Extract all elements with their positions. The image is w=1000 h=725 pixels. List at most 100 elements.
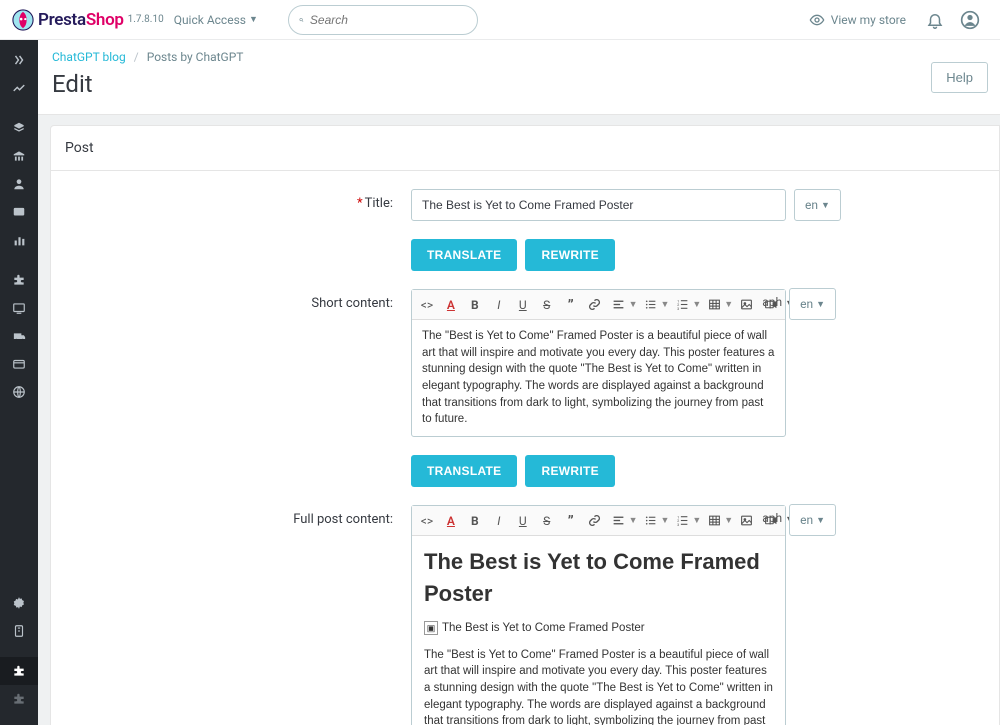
search-box[interactable] (288, 5, 478, 35)
text-color-icon[interactable]: A (440, 294, 462, 316)
number-caret[interactable]: ▼ (692, 299, 701, 310)
search-input[interactable] (310, 13, 467, 27)
link-icon[interactable] (584, 294, 606, 316)
translate-button-1[interactable]: TRANSLATE (411, 239, 517, 271)
table-icon[interactable] (703, 294, 725, 316)
full-content-body[interactable]: The Best is Yet to Come Framed Poster ▣ … (412, 536, 785, 725)
short-content-label: Short content: (51, 289, 411, 437)
help-button[interactable]: Help (931, 62, 988, 93)
breadcrumb: ChatGPT blog / Posts by ChatGPT (52, 50, 986, 64)
table-caret[interactable]: ▼ (724, 299, 733, 310)
broken-image-icon: ▣ (424, 621, 438, 635)
prestashop-icon (12, 9, 34, 31)
rewrite-button-1[interactable]: REWRITE (525, 239, 614, 271)
italic-icon-2[interactable]: I (488, 510, 510, 532)
number-caret-2[interactable]: ▼ (692, 515, 701, 526)
underline-icon-2[interactable]: U (512, 510, 534, 532)
short-content-text[interactable]: The "Best is Yet to Come" Framed Poster … (412, 320, 785, 436)
translate-button-2[interactable]: TRANSLATE (411, 455, 517, 487)
image-placeholder: ▣ The Best is Yet to Come Framed Poster (424, 620, 645, 637)
breadcrumb-link-1[interactable]: ChatGPT blog (52, 50, 126, 64)
full-content-label: Full post content: (51, 505, 411, 725)
svg-text:3: 3 (677, 306, 679, 311)
number-list-icon-2[interactable]: 123 (671, 510, 693, 532)
sidebar-payment[interactable] (0, 350, 38, 378)
quick-access-menu[interactable]: Quick Access▼ (174, 13, 258, 27)
page-header: ChatGPT blog / Posts by ChatGPT Edit Hel… (38, 40, 1000, 115)
bullet-list-icon-2[interactable] (640, 510, 662, 532)
link-icon-2[interactable] (584, 510, 606, 532)
breadcrumb-sep: / (134, 50, 139, 64)
sidebar-advanced[interactable] (0, 617, 38, 645)
image-icon-2[interactable] (735, 510, 757, 532)
align-icon-2[interactable] (608, 510, 630, 532)
source-code-icon[interactable]: <> (416, 294, 438, 316)
sidebar-stats[interactable] (0, 226, 38, 254)
search-icon (299, 13, 304, 27)
panel-body: *Title: en▼ TRANSLATE REWRITE Short cont… (51, 171, 999, 725)
full-content-editor: <> A B I U S ” ▼ ▼ (411, 505, 786, 725)
sidebar (0, 40, 38, 725)
search-container (288, 5, 478, 35)
table-icon-2[interactable] (703, 510, 725, 532)
sidebar-dashboard[interactable] (0, 74, 38, 102)
sidebar-configure[interactable] (0, 589, 38, 617)
lang-selector-title[interactable]: en▼ (794, 189, 841, 221)
short-content-row: Short content: <> A B I U S (51, 289, 999, 437)
editor-toolbar-2: <> A B I U S ” ▼ ▼ (412, 506, 785, 536)
rewrite-button-2[interactable]: REWRITE (525, 455, 614, 487)
short-content-editor: <> A B I U S ” ▼ ▼ (411, 289, 786, 437)
align-caret-2[interactable]: ▼ (629, 515, 638, 526)
blockquote-icon-2[interactable]: ” (560, 510, 582, 532)
view-store-link[interactable]: View my store (809, 12, 906, 28)
full-heading: The Best is Yet to Come Framed Poster (424, 546, 773, 610)
full-content-row: Full post content: <> A B I U S (51, 505, 999, 725)
topbar: PrestaShop 1.7.8.10 Quick Access▼ View m… (0, 0, 1000, 40)
breadcrumb-current: Posts by ChatGPT (147, 50, 244, 64)
underline-icon[interactable]: U (512, 294, 534, 316)
panel-header: Post (51, 126, 999, 171)
bold-icon-2[interactable]: B (464, 510, 486, 532)
profile-icon[interactable] (960, 10, 980, 30)
lang-selector-full[interactable]: en▼ (789, 504, 836, 536)
sidebar-customers[interactable] (0, 170, 38, 198)
main-content: ChatGPT blog / Posts by ChatGPT Edit Hel… (38, 40, 1000, 725)
image-icon[interactable] (735, 294, 757, 316)
post-panel: Post *Title: en▼ TRANSLATE REWRITE (50, 125, 1000, 725)
table-caret-2[interactable]: ▼ (724, 515, 733, 526)
lang-selector-short[interactable]: en▼ (789, 288, 836, 320)
sidebar-shipping[interactable] (0, 322, 38, 350)
bullet-caret[interactable]: ▼ (660, 299, 669, 310)
source-code-icon-2[interactable]: <> (416, 510, 438, 532)
sidebar-design[interactable] (0, 294, 38, 322)
title-actions: TRANSLATE REWRITE (51, 239, 999, 271)
sidebar-modules[interactable] (0, 266, 38, 294)
short-content-actions: TRANSLATE REWRITE (51, 455, 999, 487)
page-title: Edit (52, 70, 986, 98)
sidebar-orders[interactable] (0, 114, 38, 142)
blockquote-icon[interactable]: ” (560, 294, 582, 316)
bold-icon[interactable]: B (464, 294, 486, 316)
number-list-icon[interactable]: 123 (671, 294, 693, 316)
sidebar-blog-active[interactable] (0, 657, 38, 685)
bullet-list-icon[interactable] (640, 294, 662, 316)
svg-text:3: 3 (677, 522, 679, 527)
sidebar-customer-service[interactable] (0, 198, 38, 226)
bullet-caret-2[interactable]: ▼ (660, 515, 669, 526)
sidebar-international[interactable] (0, 378, 38, 406)
sidebar-catalog[interactable] (0, 142, 38, 170)
align-caret[interactable]: ▼ (629, 299, 638, 310)
full-p1: The "Best is Yet to Come" Framed Poster … (424, 647, 773, 725)
content-area: Post *Title: en▼ TRANSLATE REWRITE (38, 115, 1000, 725)
align-icon[interactable] (608, 294, 630, 316)
title-input[interactable] (411, 189, 786, 221)
sidebar-extra[interactable] (0, 685, 38, 713)
strike-icon[interactable]: S (536, 294, 558, 316)
notifications-icon[interactable] (926, 11, 944, 29)
strike-icon-2[interactable]: S (536, 510, 558, 532)
sidebar-expand[interactable] (0, 46, 38, 74)
logo[interactable]: PrestaShop (12, 9, 124, 31)
text-color-icon-2[interactable]: A (440, 510, 462, 532)
italic-icon[interactable]: I (488, 294, 510, 316)
version-label: 1.7.8.10 (128, 14, 164, 25)
